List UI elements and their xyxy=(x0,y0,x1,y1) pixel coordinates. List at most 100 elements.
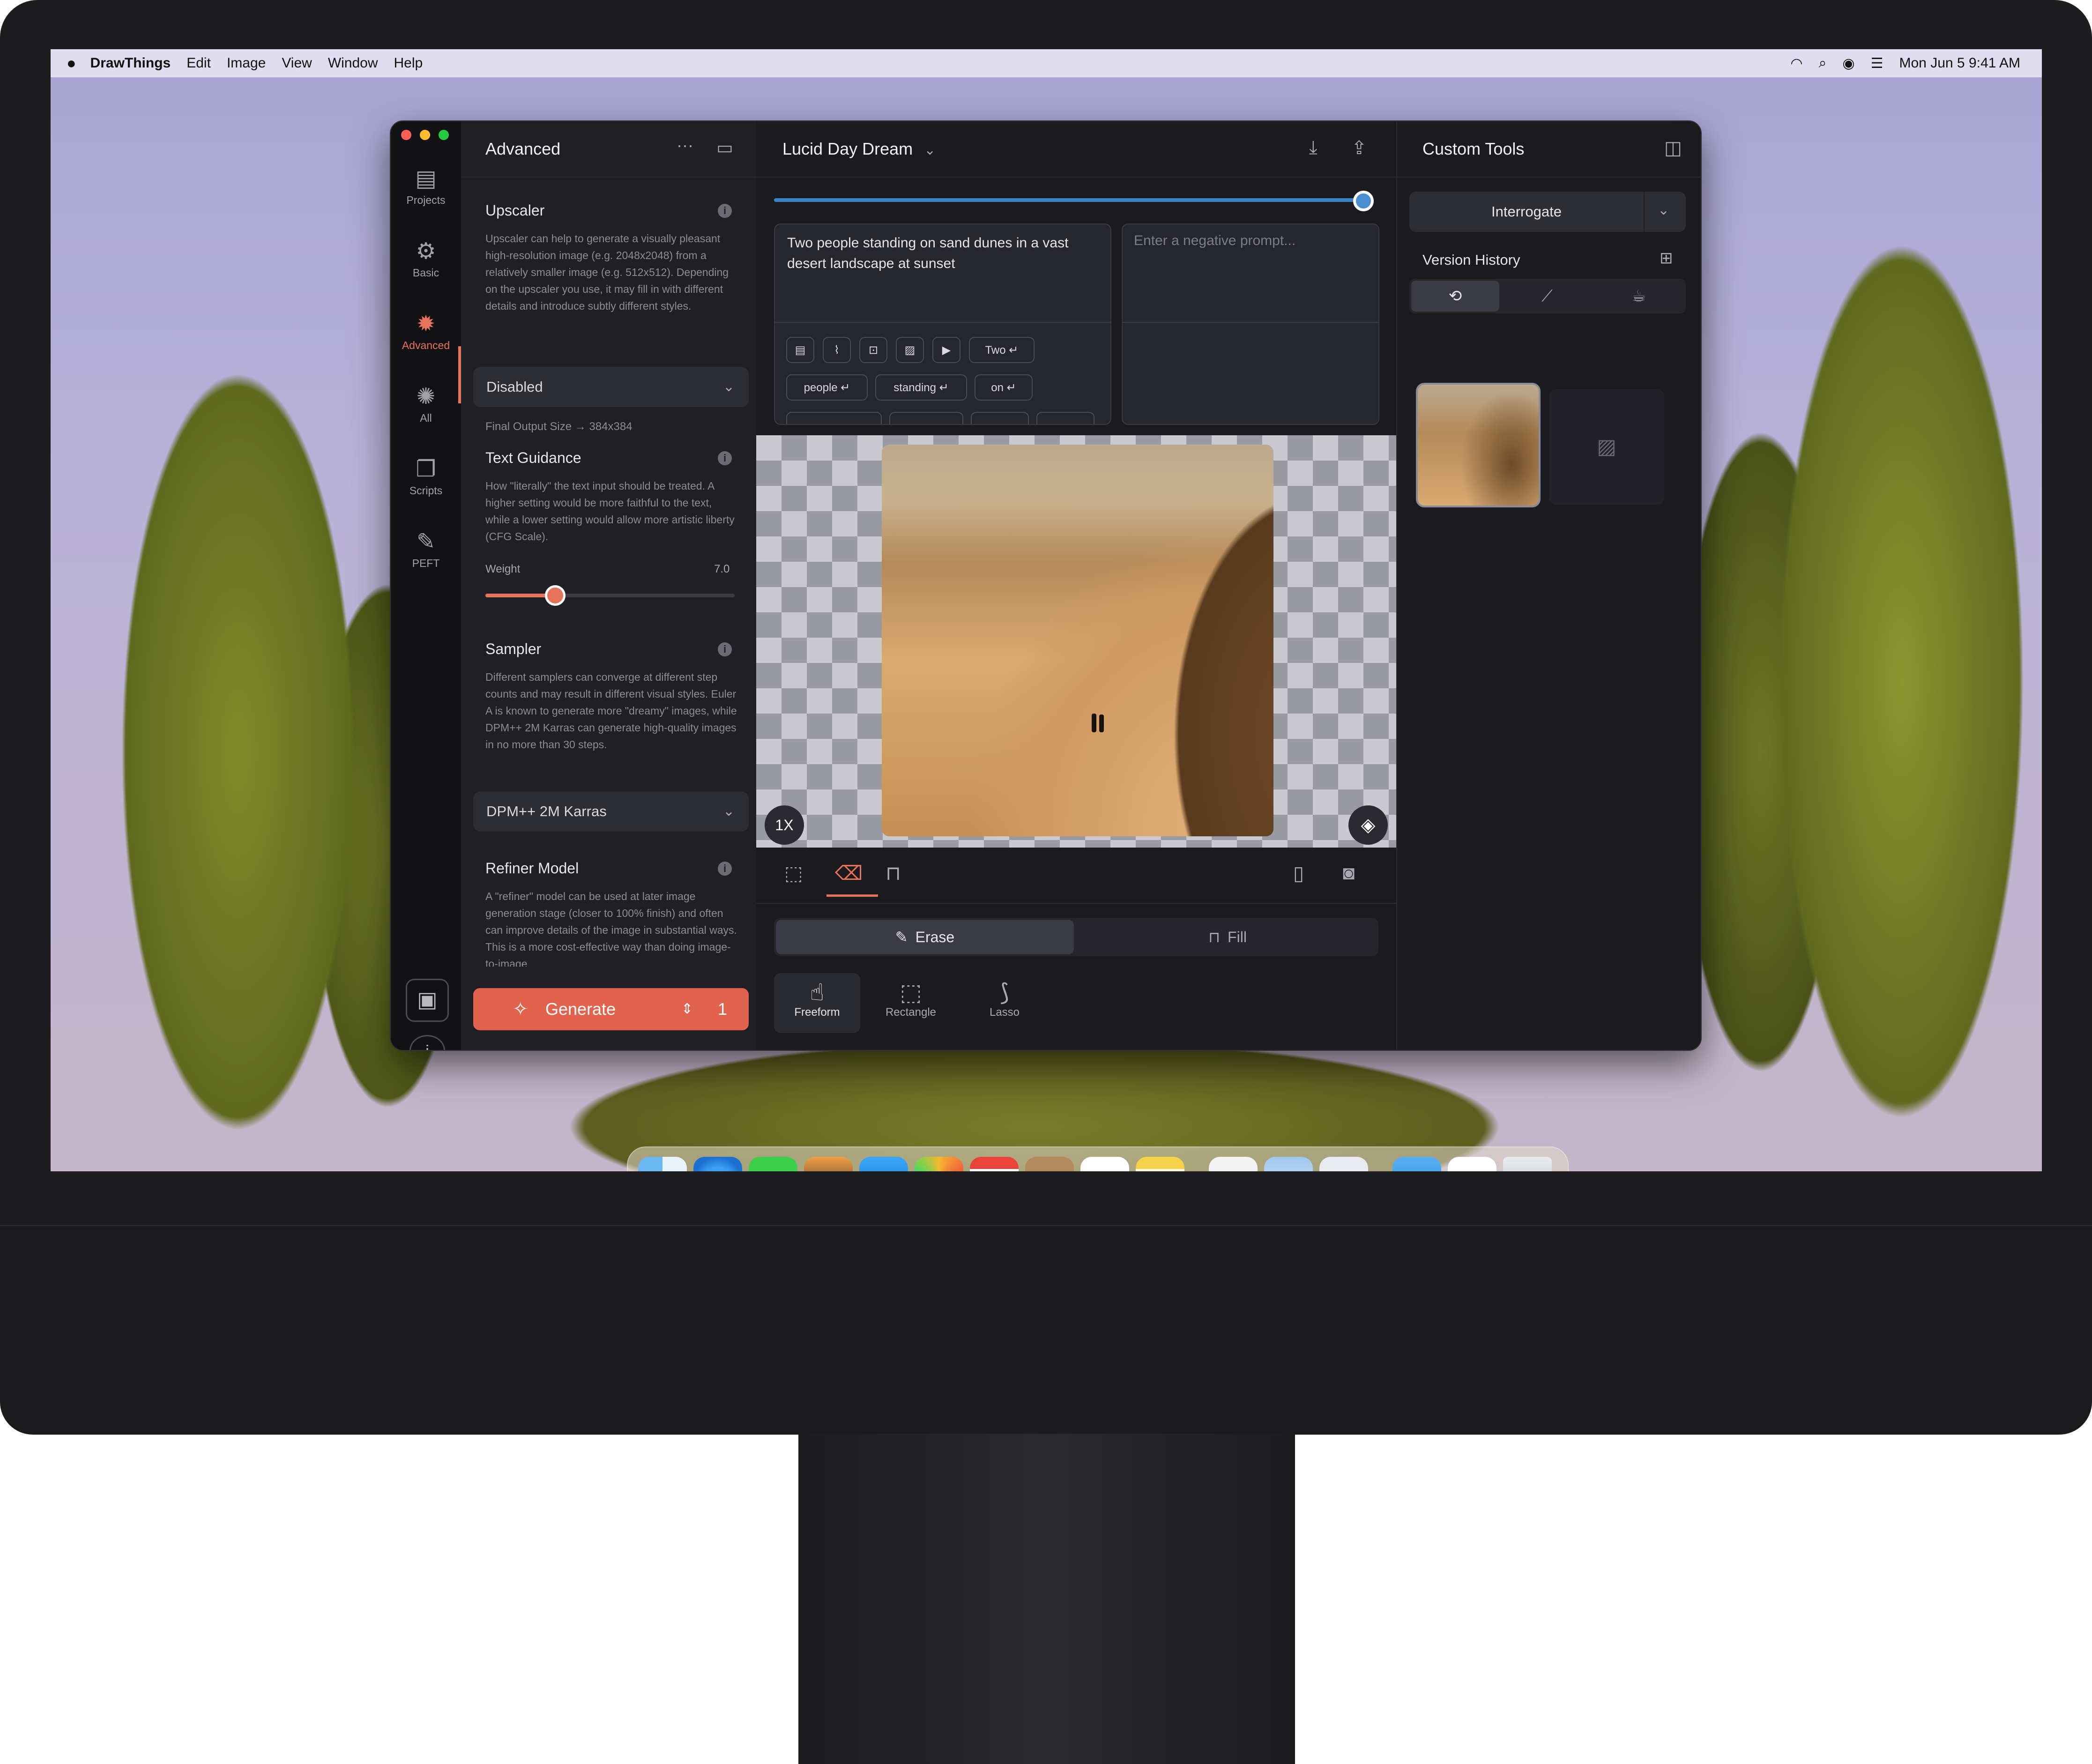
document-icon[interactable] xyxy=(1448,1157,1496,1171)
rail-item-all[interactable]: ✺ All xyxy=(391,384,461,424)
history-clock-icon[interactable]: ⟲ xyxy=(1411,281,1499,312)
layers-icon[interactable]: ◈ xyxy=(1348,805,1388,845)
share-icon[interactable]: ⇪ xyxy=(1351,137,1367,159)
more-icon[interactable]: ··· xyxy=(677,135,693,155)
chevron-down-icon[interactable]: ⌄ xyxy=(1658,192,1669,229)
textedit-icon[interactable] xyxy=(1209,1157,1258,1171)
camera-icon[interactable]: ◙ xyxy=(1343,862,1355,884)
calendar-icon[interactable] xyxy=(970,1157,1019,1171)
menu-window[interactable]: Window xyxy=(328,55,378,71)
user-icon[interactable]: ◉ xyxy=(1842,55,1854,72)
prompt-tool-icon[interactable]: ▤ xyxy=(786,337,814,363)
token-chip[interactable]: Two ↵ xyxy=(969,337,1035,363)
preview-icon[interactable] xyxy=(1264,1157,1313,1171)
weight-slider-handle[interactable] xyxy=(544,585,566,606)
apple-icon[interactable]: ● xyxy=(67,54,76,73)
sidebar-toggle-icon[interactable]: ◫ xyxy=(1664,137,1682,159)
menu-view[interactable]: View xyxy=(282,55,312,71)
token-chip-label: standing xyxy=(893,381,936,394)
zoom-level-button[interactable]: 1X xyxy=(765,805,804,845)
token-chip[interactable]: people ↵ xyxy=(786,374,868,401)
stepper-icon[interactable]: ⇕ xyxy=(681,988,693,1030)
attach-icon[interactable]: ⌇ xyxy=(823,337,851,363)
negative-prompt-placeholder[interactable]: Enter a negative prompt... xyxy=(1134,233,1295,249)
folder-icon[interactable] xyxy=(1392,1157,1441,1171)
reminders-icon[interactable] xyxy=(1080,1157,1129,1171)
generate-button[interactable]: ✧ Generate ⇕ 1 xyxy=(473,988,749,1030)
version-thumbnail[interactable] xyxy=(1416,383,1541,507)
guidance-info-icon[interactable]: i xyxy=(718,451,732,465)
control-center-icon[interactable]: ☰ xyxy=(1871,55,1884,72)
token-chip[interactable] xyxy=(971,412,1029,424)
peft-icon: ✎ xyxy=(416,529,436,554)
token-chip[interactable]: standing ↵ xyxy=(875,374,967,401)
menu-help[interactable]: Help xyxy=(394,55,423,71)
eraser-icon[interactable]: ⌫ xyxy=(835,862,863,885)
close-window-button[interactable] xyxy=(401,130,411,140)
sampler-info-icon[interactable]: i xyxy=(718,642,732,656)
rail-item-peft[interactable]: ✎ PEFT xyxy=(391,529,461,570)
drawthings-icon[interactable] xyxy=(804,1157,853,1171)
paint-roller-icon[interactable]: ⊓ xyxy=(886,862,901,885)
prompt-text[interactable]: Two people standing on sand dunes in a v… xyxy=(787,233,1096,274)
fill-mode-button[interactable]: ⊓ Fill xyxy=(1079,920,1377,954)
play-icon[interactable]: ▶ xyxy=(932,337,960,363)
rail-item-basic[interactable]: ⚙ Basic xyxy=(391,238,461,279)
trash-icon[interactable] xyxy=(1503,1157,1552,1171)
progress-handle[interactable] xyxy=(1353,191,1374,211)
upscaler-select[interactable]: Disabled ⌄ xyxy=(473,367,749,407)
weight-slider-track[interactable] xyxy=(485,585,735,606)
info-button[interactable]: i xyxy=(409,1035,445,1050)
token-chip[interactable] xyxy=(786,412,882,424)
token-chip[interactable] xyxy=(889,412,963,424)
tool-rectangle[interactable]: ⬚ Rectangle xyxy=(869,979,953,1019)
safari-icon[interactable] xyxy=(693,1157,742,1171)
photos-icon[interactable] xyxy=(915,1157,963,1171)
download-icon[interactable]: ⤓ xyxy=(1309,137,1318,158)
wifi-icon[interactable]: ◠ xyxy=(1790,55,1802,72)
mail-icon[interactable] xyxy=(859,1157,908,1171)
sampler-description: Different samplers can converge at diffe… xyxy=(485,671,737,751)
grid-icon[interactable]: ⊞ xyxy=(1660,249,1673,268)
empty-thumbnail-image-icon[interactable]: ▨ xyxy=(1549,389,1664,505)
menu-edit[interactable]: Edit xyxy=(186,55,211,71)
tool-freeform[interactable]: ☝ Freeform xyxy=(774,973,860,1033)
app-icon[interactable] xyxy=(1319,1157,1368,1171)
prompt-box[interactable]: Two people standing on sand dunes in a v… xyxy=(774,223,1111,425)
rail-item-advanced[interactable]: ✹ Advanced xyxy=(391,311,461,352)
token-chip[interactable] xyxy=(1036,412,1094,424)
messages-icon[interactable] xyxy=(749,1157,797,1171)
crop-icon[interactable]: ⬚ xyxy=(784,862,803,885)
chip-settings-button[interactable]: ▣ xyxy=(406,979,449,1022)
menu-app-name[interactable]: DrawThings xyxy=(90,55,171,71)
tool-lasso[interactable]: ⟆ Lasso xyxy=(962,979,1047,1019)
interrogate-button[interactable]: Interrogate ⌄ xyxy=(1409,192,1686,232)
search-icon[interactable]: ⌕ xyxy=(1819,55,1827,71)
image-canvas[interactable]: 1X ◈ xyxy=(756,435,1396,848)
branch-icon[interactable]: ⟋ xyxy=(1503,281,1591,312)
scan-icon[interactable]: ⊡ xyxy=(859,337,887,363)
token-chip[interactable]: on ↵ xyxy=(975,374,1033,401)
contacts-icon[interactable] xyxy=(1025,1157,1074,1171)
minimize-window-button[interactable] xyxy=(420,130,430,140)
erase-mode-button[interactable]: ✎ Erase xyxy=(776,920,1074,954)
notes-icon[interactable] xyxy=(1136,1157,1184,1171)
menu-clock[interactable]: Mon Jun 5 9:41 AM xyxy=(1899,55,2021,71)
coffee-cup-icon[interactable]: ☕ xyxy=(1595,281,1683,312)
negative-prompt-box[interactable]: Enter a negative prompt... xyxy=(1122,223,1379,425)
final-output-size: Final Output Size → 384x384 xyxy=(485,420,633,433)
sampler-select[interactable]: DPM++ 2M Karras ⌄ xyxy=(473,791,749,832)
rail-item-scripts[interactable]: ❐ Scripts xyxy=(391,456,461,497)
finder-icon[interactable] xyxy=(638,1157,687,1171)
save-icon[interactable]: ▭ xyxy=(716,137,733,158)
upscaler-title: Upscaler xyxy=(485,202,545,219)
document-icon[interactable]: ▯ xyxy=(1293,862,1304,885)
chip-icon: ▣ xyxy=(417,987,438,1012)
refiner-info-icon[interactable]: i xyxy=(718,862,732,876)
menu-image[interactable]: Image xyxy=(227,55,266,71)
upscaler-info-icon[interactable]: i xyxy=(718,204,732,218)
rail-item-projects[interactable]: ▤ Projects xyxy=(391,166,461,207)
zoom-window-button[interactable] xyxy=(439,130,449,140)
image-icon[interactable]: ▨ xyxy=(896,337,924,363)
project-title[interactable]: Lucid Day Dream ⌄ xyxy=(782,139,936,159)
